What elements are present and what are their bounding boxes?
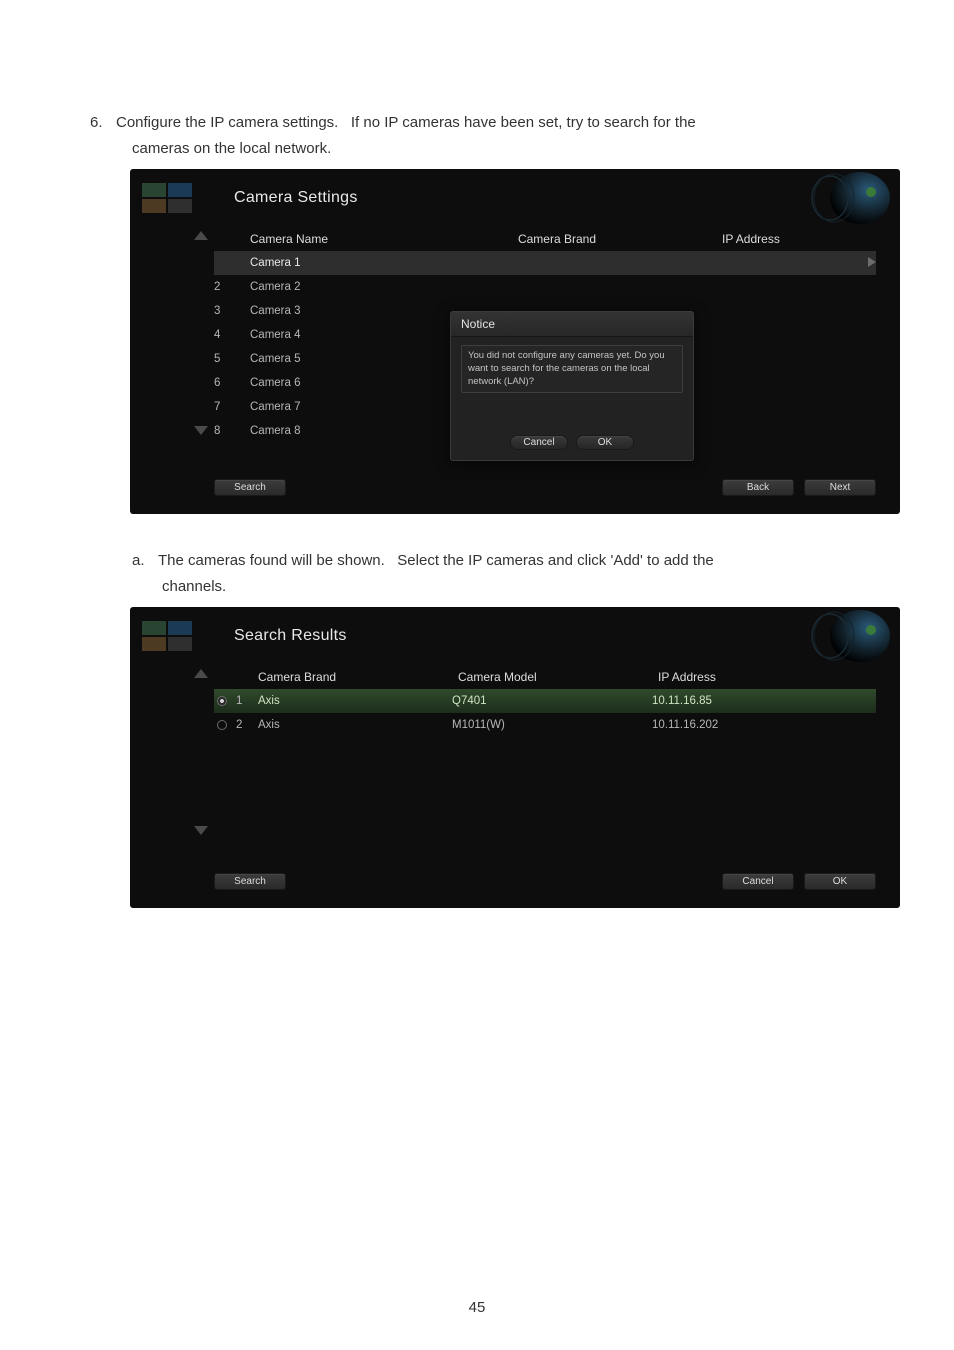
notice-dialog: Notice You did not configure any cameras…	[450, 311, 694, 461]
col-ip-address: IP Address	[658, 670, 818, 684]
app-logo-icon	[138, 175, 198, 221]
dialog-ok-button[interactable]: OK	[576, 435, 634, 450]
row-radio[interactable]	[214, 695, 230, 707]
ok-button[interactable]: OK	[804, 873, 876, 890]
substep-text-line2: channels.	[132, 574, 864, 600]
app-logo-icon	[138, 613, 198, 659]
window-title: Search Results	[234, 627, 347, 645]
scroll-down-icon[interactable]	[194, 826, 208, 835]
search-button[interactable]: Search	[214, 873, 286, 890]
step-text-line2: cameras on the local network.	[90, 136, 864, 162]
substep-text-line1: The cameras found will be shown. Select …	[158, 552, 714, 569]
step-a: a.The cameras found will be shown. Selec…	[90, 548, 864, 599]
footer-bar: Search Cancel OK	[130, 857, 900, 908]
play-icon[interactable]	[862, 257, 876, 270]
scroll-up-icon[interactable]	[194, 231, 208, 240]
dialog-title: Notice	[451, 312, 693, 337]
camera-orb-icon	[810, 609, 892, 663]
footer-bar: Search Back Next	[130, 455, 900, 514]
scroll-up-icon[interactable]	[194, 669, 208, 678]
result-row[interactable]: 2 Axis M1011(W) 10.11.16.202	[214, 713, 876, 737]
back-button[interactable]: Back	[722, 479, 794, 496]
window-header: Camera Settings	[130, 169, 900, 227]
substep-letter: a.	[132, 548, 158, 574]
scroll-down-icon[interactable]	[194, 426, 208, 435]
window-header: Search Results	[130, 607, 900, 665]
search-results-screenshot: Search Results Camera Brand Camera Model…	[130, 607, 900, 908]
scroll-arrows	[194, 231, 208, 435]
camera-settings-screenshot: Camera Settings Camera Name Camera Brand…	[130, 169, 900, 514]
next-button[interactable]: Next	[804, 479, 876, 496]
col-camera-name: Camera Name	[250, 232, 392, 246]
cancel-button[interactable]: Cancel	[722, 873, 794, 890]
window-title: Camera Settings	[234, 189, 358, 207]
dialog-message: You did not configure any cameras yet. D…	[461, 345, 683, 393]
camera-table: Camera Name Camera Brand IP Address Came…	[130, 227, 900, 455]
table-row[interactable]: Camera 1	[214, 251, 876, 275]
col-ip-address: IP Address	[722, 232, 832, 246]
search-button[interactable]: Search	[214, 479, 286, 496]
dialog-cancel-button[interactable]: Cancel	[510, 435, 568, 450]
scroll-arrows	[194, 669, 208, 835]
col-camera-brand: Camera Brand	[258, 670, 458, 684]
camera-orb-icon	[810, 171, 892, 225]
row-radio[interactable]	[214, 719, 230, 731]
results-table: Camera Brand Camera Model IP Address 1 A…	[130, 665, 900, 857]
step-number: 6.	[90, 110, 116, 136]
result-row[interactable]: 1 Axis Q7401 10.11.16.85	[214, 689, 876, 713]
table-header-row: Camera Brand Camera Model IP Address	[214, 665, 876, 689]
page-number: 45	[0, 1299, 954, 1316]
step-6: 6.Configure the IP camera settings. If n…	[90, 110, 864, 161]
table-header-row: Camera Name Camera Brand IP Address	[214, 227, 876, 251]
col-camera-brand: Camera Brand	[392, 232, 722, 246]
step-text-line1: Configure the IP camera settings. If no …	[116, 114, 696, 131]
col-camera-model: Camera Model	[458, 670, 658, 684]
table-row[interactable]: 2Camera 2	[214, 275, 876, 299]
